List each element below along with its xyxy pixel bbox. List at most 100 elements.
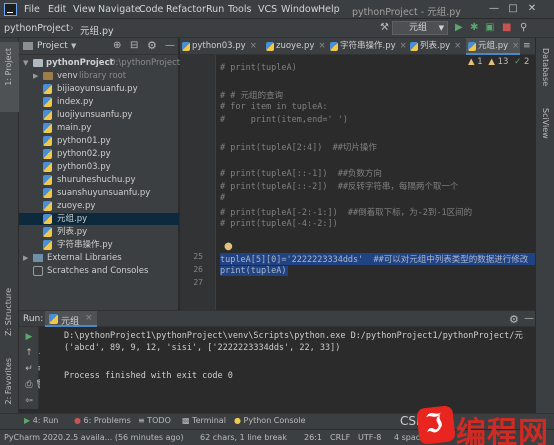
tree-item-file[interactable]: python01.py xyxy=(19,135,179,147)
close-icon[interactable]: × xyxy=(512,41,519,51)
menu-bar: File Edit View Navigate Code Refactor Ru… xyxy=(0,0,554,19)
menu-navigate[interactable]: Navigate xyxy=(98,4,141,15)
gear-icon[interactable]: ⚙ xyxy=(147,39,157,52)
rerun-icon[interactable]: ▶ xyxy=(23,331,35,343)
tree-item-file[interactable]: index.py xyxy=(19,96,179,108)
tree-item-external-libraries[interactable]: ▶ External Libraries xyxy=(19,252,179,264)
menu-file[interactable]: File xyxy=(24,4,40,15)
close-icon[interactable]: × xyxy=(85,313,93,323)
navigation-bar: pythonProject › 元组.py ⚒ 元组 ▼ ▶ ✱ ▣ ■ ⚲ xyxy=(0,19,554,38)
code-editor[interactable]: ▲ 1 ▲ 13 ✓ 2 # print(tupleA) # # 元组的查询 #… xyxy=(216,55,535,310)
tab-zuoye[interactable]: zuoye.py × xyxy=(264,38,326,55)
tree-item-file-selected[interactable]: 元组.py xyxy=(19,213,179,225)
chevron-down-icon[interactable]: ▼ xyxy=(71,42,76,50)
menu-window[interactable]: Window xyxy=(281,4,318,15)
run-icon[interactable]: ▶ xyxy=(455,22,463,34)
menu-tools[interactable]: Tools xyxy=(228,4,251,15)
hammer-icon[interactable]: ⚒ xyxy=(380,22,389,34)
menu-refactor[interactable]: Refactor xyxy=(166,4,206,15)
run-console[interactable]: D:\pythonProject1\pythonProject\venv\Scr… xyxy=(40,327,535,409)
code-line-selected: print(tupleA) xyxy=(220,266,288,276)
hide-icon[interactable]: — xyxy=(524,313,534,324)
close-icon[interactable]: ✕ xyxy=(524,2,540,16)
soft-wrap-icon[interactable]: ↵ xyxy=(23,363,35,375)
search-icon[interactable]: ⚲ xyxy=(520,22,527,34)
run-icon: ▶ xyxy=(24,416,31,425)
tree-item-file[interactable]: main.py xyxy=(19,122,179,134)
tree-item-file[interactable]: zuoye.py xyxy=(19,200,179,212)
python-file-icon xyxy=(43,227,52,237)
inspection-widget[interactable]: ▲ 1 ▲ 13 ✓ 2 xyxy=(468,57,529,67)
stop-icon[interactable]: ■ xyxy=(502,22,511,34)
tool-tab-todo[interactable]: ≡ TODO xyxy=(138,416,171,425)
menu-help[interactable]: Help xyxy=(318,4,340,15)
breadcrumb-separator-icon: › xyxy=(70,23,74,34)
locate-icon[interactable]: ⊕ xyxy=(113,40,121,51)
project-panel-title[interactable]: Project xyxy=(37,41,68,51)
breadcrumb-project[interactable]: pythonProject xyxy=(4,23,70,34)
code-line: # xyxy=(220,193,226,203)
tab-overflow-icon[interactable]: ≡ xyxy=(523,41,531,51)
close-icon[interactable]: × xyxy=(318,41,325,51)
tab-tuple[interactable]: 元组.py × xyxy=(466,38,520,55)
status-line-separator[interactable]: CRLF xyxy=(330,433,350,442)
tree-item-venv[interactable]: ▶ venv library root xyxy=(19,70,179,82)
code-line: # print(item,end=' ') xyxy=(220,115,348,125)
tree-item-file[interactable]: 列表.py xyxy=(19,226,179,238)
favorites-tool-button[interactable]: 2: Favorites xyxy=(4,358,13,404)
tree-item-file[interactable]: luojiyunsuanfu.py xyxy=(19,109,179,121)
tree-item-file[interactable]: bijiaoyunsuanfu.py xyxy=(19,83,179,95)
tree-item-label: zuoye.py xyxy=(57,201,96,211)
project-tool-button[interactable]: 1: Project xyxy=(4,48,13,86)
breadcrumb-file[interactable]: 元组.py xyxy=(80,23,114,37)
database-tool-button[interactable]: Database xyxy=(541,48,550,86)
python-file-icon xyxy=(182,42,190,51)
code-line: # print(tupleA) xyxy=(220,63,297,73)
maximize-icon[interactable]: □ xyxy=(505,2,521,16)
tree-item-file[interactable]: suanshuyunsuanfu.py xyxy=(19,187,179,199)
coverage-icon[interactable]: ▣ xyxy=(485,22,494,34)
run-config-select[interactable]: 元组 ▼ xyxy=(392,21,448,35)
tree-item-file[interactable]: 字符串操作.py xyxy=(19,239,179,251)
menu-vcs[interactable]: VCS xyxy=(258,4,277,15)
sciview-tool-button[interactable]: SciView xyxy=(541,108,550,139)
menu-edit[interactable]: Edit xyxy=(48,4,66,15)
close-icon[interactable]: × xyxy=(250,41,257,51)
console-line: D:\pythonProject1\pythonProject\venv\Scr… xyxy=(64,331,523,341)
tool-tab-terminal[interactable]: ▩ Terminal xyxy=(182,416,226,425)
tool-tab-python-console[interactable]: ● Python Console xyxy=(234,416,306,425)
status-message[interactable]: PyCharm 2020.2.5 availa... (56 minutes a… xyxy=(4,433,184,442)
close-icon[interactable]: × xyxy=(400,41,407,51)
tree-item-file[interactable]: python02.py xyxy=(19,148,179,160)
hide-icon[interactable]: — xyxy=(165,40,175,51)
run-tab-label: 元组 xyxy=(61,317,80,327)
status-encoding[interactable]: UTF-8 xyxy=(358,433,381,442)
tree-item-scratches[interactable]: Scratches and Consoles xyxy=(19,265,179,277)
tree-item-file[interactable]: python03.py xyxy=(19,161,179,173)
pin-icon[interactable]: ⇦ xyxy=(23,395,35,407)
menu-view[interactable]: View xyxy=(73,4,96,15)
menu-code[interactable]: Code xyxy=(139,4,163,15)
tab-python03[interactable]: python03.py × xyxy=(180,38,262,55)
lightbulb-icon[interactable]: ● xyxy=(224,241,233,252)
collapse-all-icon[interactable]: ⊟ xyxy=(130,40,138,51)
tree-item-file[interactable]: shuruheshuchu.py xyxy=(19,174,179,186)
tab-list[interactable]: 列表.py × xyxy=(408,38,464,55)
tree-item-root[interactable]: ▼ pythonProject D:\pythonProject1\ xyxy=(19,57,188,69)
gear-icon[interactable]: ⚙ xyxy=(509,313,519,326)
code-line: # print(tupleA[2:4]) ##切片操作 xyxy=(220,143,377,153)
minimize-icon[interactable]: — xyxy=(486,2,502,16)
tool-tab-problems[interactable]: ● 6: Problems xyxy=(74,416,131,425)
run-tab[interactable]: 元组 × xyxy=(45,311,97,327)
wrench-icon[interactable]: ↑ xyxy=(23,347,35,359)
tab-string-ops[interactable]: 字符串操作.py × xyxy=(328,38,407,55)
print-icon[interactable]: ⎙ xyxy=(23,379,35,391)
menu-run[interactable]: Run xyxy=(206,4,224,15)
run-panel-header: Run: 元组 × ⚙ — xyxy=(19,310,535,327)
debug-icon[interactable]: ✱ xyxy=(470,22,478,34)
status-selection[interactable]: 62 chars, 1 line break xyxy=(200,433,287,442)
status-position[interactable]: 26:1 xyxy=(304,433,322,442)
close-icon[interactable]: × xyxy=(454,41,461,51)
structure-tool-button[interactable]: Z: Structure xyxy=(4,288,13,336)
tool-tab-run[interactable]: ▶ 4: Run xyxy=(24,416,58,425)
